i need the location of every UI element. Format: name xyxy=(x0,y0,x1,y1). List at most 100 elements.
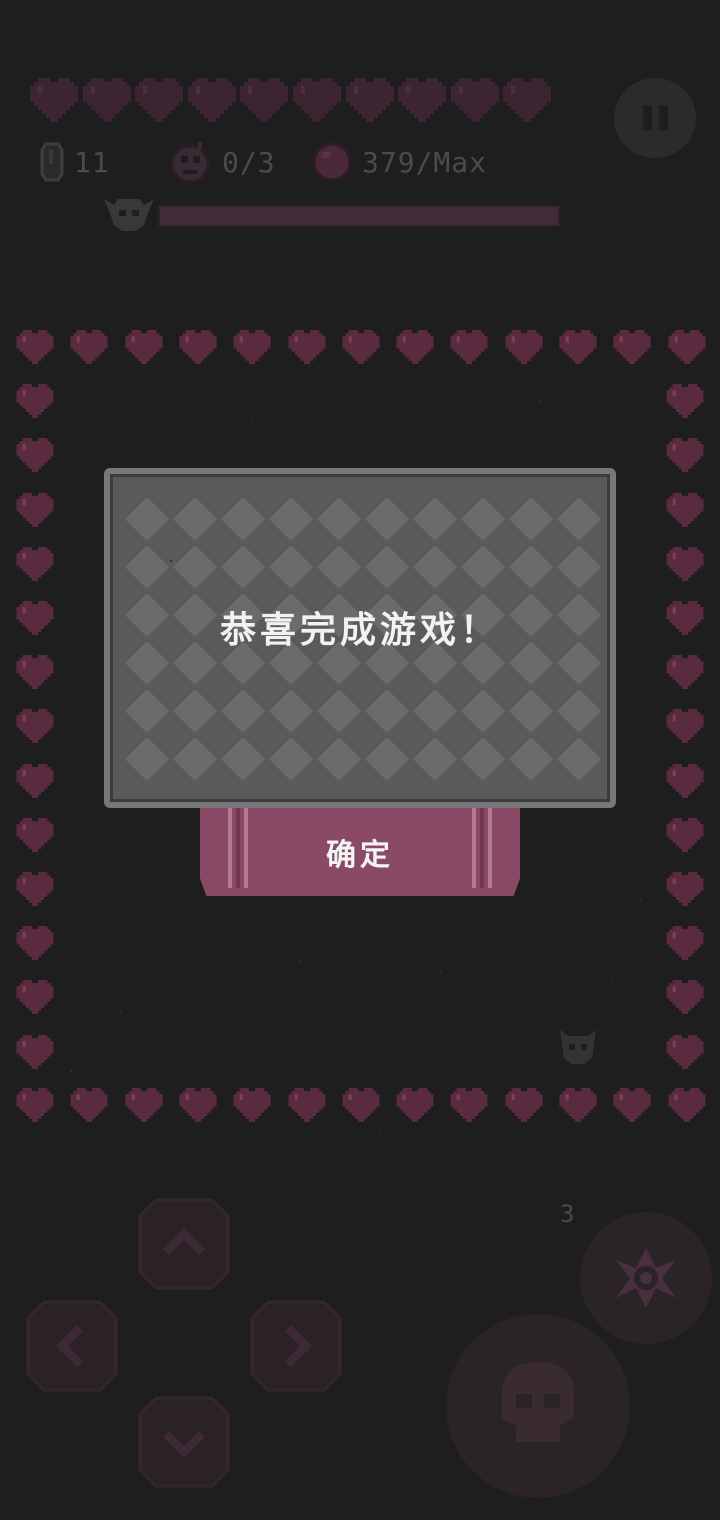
move-right-button[interactable] xyxy=(248,1298,344,1394)
heart-icon xyxy=(233,1088,271,1122)
gem-counter: 11 xyxy=(40,140,110,184)
diamond-tile xyxy=(269,545,313,589)
diamond-tile xyxy=(413,737,457,781)
heart-icon xyxy=(450,1088,488,1122)
diamond-tile xyxy=(365,737,409,781)
diamond-tile xyxy=(221,497,265,541)
dialog-panel: 恭喜完成游戏！ xyxy=(110,474,610,802)
heart-icon xyxy=(666,601,704,635)
heart-icon xyxy=(666,546,704,581)
heart-icon xyxy=(613,330,651,364)
heart-icon xyxy=(666,926,704,961)
heart-icon xyxy=(342,330,380,364)
confirm-button[interactable]: 确定 xyxy=(200,808,520,896)
heart-icon xyxy=(666,655,704,690)
diamond-tile xyxy=(173,545,217,589)
gem-icon xyxy=(40,142,64,182)
diamond-tile xyxy=(125,497,169,541)
diamond-tile xyxy=(269,689,313,733)
diamond-tile xyxy=(557,689,601,733)
heart-icon xyxy=(666,709,704,744)
diamond-tile xyxy=(413,689,457,733)
button-stripe xyxy=(488,808,492,888)
arrow-right-icon xyxy=(250,1300,342,1392)
heart-icon xyxy=(135,78,184,122)
heart-icon xyxy=(450,330,488,364)
coin-icon xyxy=(312,142,352,182)
heart-icon xyxy=(16,384,54,419)
heart-icon xyxy=(559,1088,597,1122)
diamond-tile xyxy=(365,689,409,733)
boss-health-fill xyxy=(160,207,558,225)
heart-icon xyxy=(240,78,289,122)
diamond-tile xyxy=(365,497,409,541)
heart-icon xyxy=(16,655,54,690)
diamond-tile xyxy=(317,689,361,733)
heart-icon xyxy=(666,492,704,527)
move-left-button[interactable] xyxy=(24,1298,120,1394)
diamond-tile xyxy=(221,689,265,733)
heart-icon xyxy=(16,546,54,581)
heart-icon xyxy=(559,330,597,364)
diamond-tile xyxy=(509,737,553,781)
heart-icon xyxy=(666,384,704,419)
heart-icon xyxy=(450,78,499,122)
diamond-tile xyxy=(557,545,601,589)
diamond-tile xyxy=(461,545,505,589)
heart-icon xyxy=(179,1088,217,1122)
diamond-tile xyxy=(461,497,505,541)
heart-icon xyxy=(179,330,217,364)
coin-counter: 379/Max xyxy=(312,140,487,184)
button-stripe xyxy=(228,808,232,888)
arrow-down-icon xyxy=(138,1396,230,1488)
move-up-button[interactable] xyxy=(136,1196,232,1292)
diamond-tile xyxy=(317,737,361,781)
heart-icon xyxy=(613,1088,651,1122)
diamond-tile xyxy=(125,737,169,781)
heart-icon xyxy=(287,330,326,364)
attack-button[interactable] xyxy=(446,1314,630,1498)
skull-attack-icon xyxy=(502,1362,574,1442)
heart-icon xyxy=(398,78,447,122)
heart-icon xyxy=(30,78,78,122)
diamond-tile xyxy=(317,497,361,541)
button-stripe xyxy=(480,808,484,888)
heart-icon xyxy=(293,78,341,122)
button-stripe xyxy=(472,808,476,888)
completion-dialog: 恭喜完成游戏！ xyxy=(104,468,616,808)
heart-icon xyxy=(668,1088,706,1122)
heart-icon xyxy=(16,492,54,527)
diamond-tile xyxy=(461,689,505,733)
diamond-tile xyxy=(221,545,265,589)
dust-particle xyxy=(610,980,612,982)
diamond-tile xyxy=(173,497,217,541)
heart-icon xyxy=(666,763,704,798)
arrow-left-icon xyxy=(26,1300,118,1392)
heart-icon xyxy=(666,817,704,852)
arrow-up-icon xyxy=(138,1198,230,1290)
diamond-tile xyxy=(173,737,217,781)
heart-icon xyxy=(505,330,543,364)
diamond-tile xyxy=(221,737,265,781)
heart-icon xyxy=(16,817,54,852)
diamond-tile xyxy=(125,689,169,733)
diamond-tile xyxy=(317,545,361,589)
pause-button[interactable] xyxy=(614,78,696,158)
diamond-tile xyxy=(557,737,601,781)
dialog-message: 恭喜完成游戏！ xyxy=(219,610,500,651)
heart-icon xyxy=(505,1088,543,1122)
heart-icon xyxy=(125,330,163,364)
heart-icon xyxy=(666,980,704,1015)
move-down-button[interactable] xyxy=(136,1394,232,1490)
bomb-icon xyxy=(170,142,210,184)
heart-icon xyxy=(16,1034,54,1069)
diamond-tile xyxy=(509,497,553,541)
enemy-icon xyxy=(560,1030,596,1064)
diamond-tile xyxy=(509,545,553,589)
dust-particle xyxy=(540,400,542,402)
dust-particle xyxy=(440,970,442,972)
button-stripe xyxy=(236,808,240,888)
diamond-tile xyxy=(413,545,457,589)
diamond-tile xyxy=(509,689,553,733)
heart-icon xyxy=(16,763,54,798)
